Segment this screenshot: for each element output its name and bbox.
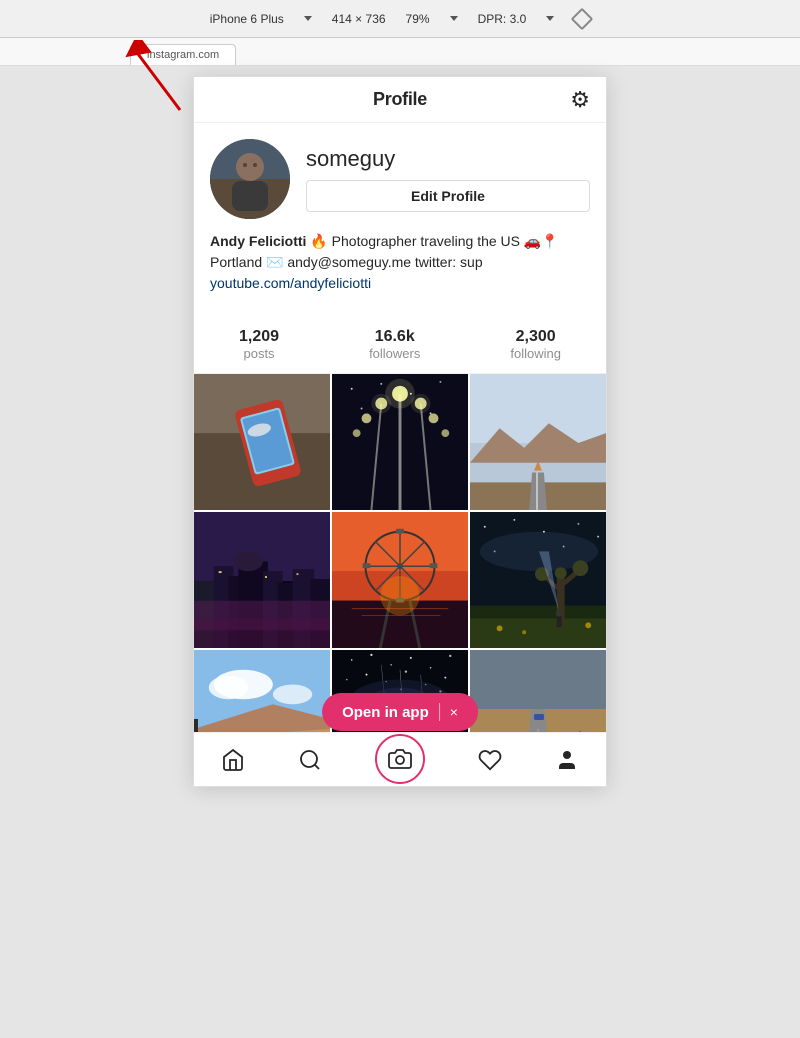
phone-wrapper: Profile ⚙ <box>0 66 800 787</box>
bio-link[interactable]: youtube.com/andyfeliciotti <box>210 273 590 294</box>
nav-search[interactable] <box>298 748 322 772</box>
rotate-icon[interactable] <box>571 7 594 30</box>
page-title: Profile <box>373 89 427 110</box>
zoom-dropdown-icon[interactable] <box>450 16 458 21</box>
browser-tab[interactable]: instagram.com <box>130 44 236 65</box>
posts-label: posts <box>243 346 274 361</box>
open-in-app-divider <box>439 703 440 721</box>
photo-2[interactable] <box>332 374 468 510</box>
following-count: 2,300 <box>516 328 556 346</box>
zoom-label: 79% <box>406 12 430 26</box>
device-label: iPhone 6 Plus <box>210 12 284 26</box>
posts-count: 1,209 <box>239 328 279 346</box>
phone-frame: Profile ⚙ <box>193 76 607 787</box>
profile-top: someguy Edit Profile <box>210 139 590 219</box>
tab-bar: instagram.com <box>0 38 800 66</box>
photo-4[interactable] <box>194 512 330 648</box>
settings-icon[interactable]: ⚙ <box>570 87 590 113</box>
following-label: following <box>510 346 561 361</box>
device-dropdown-icon[interactable] <box>304 16 312 21</box>
photo-3[interactable] <box>470 374 606 510</box>
followers-label: followers <box>369 346 420 361</box>
followers-stat[interactable]: 16.6k followers <box>369 328 420 361</box>
followers-count: 16.6k <box>375 328 415 346</box>
stats-row: 1,209 posts 16.6k followers 2,300 follow… <box>194 316 606 374</box>
resolution-label: 414 × 736 <box>332 12 386 26</box>
nav-camera[interactable] <box>375 734 425 784</box>
nav-profile[interactable] <box>555 748 579 772</box>
dpr-dropdown-icon[interactable] <box>546 16 554 21</box>
posts-stat[interactable]: 1,209 posts <box>239 328 279 361</box>
following-stat[interactable]: 2,300 following <box>510 328 561 361</box>
ig-header: Profile ⚙ <box>194 77 606 123</box>
bio-line2: Portland ✉️ andy@someguy.me twitter: sup <box>210 252 590 273</box>
open-in-app-banner[interactable]: Open in app × <box>322 693 478 731</box>
photo-1[interactable] <box>194 374 330 510</box>
username: someguy <box>306 146 590 172</box>
photo-6[interactable] <box>470 512 606 648</box>
nav-activity[interactable] <box>478 748 502 772</box>
avatar <box>210 139 290 219</box>
bottom-nav <box>194 732 606 786</box>
photo-5[interactable] <box>332 512 468 648</box>
edit-profile-button[interactable]: Edit Profile <box>306 180 590 212</box>
dpr-label: DPR: 3.0 <box>478 12 527 26</box>
nav-home[interactable] <box>221 748 245 772</box>
bio-line1: Andy Feliciotti 🔥 Photographer traveling… <box>210 231 590 252</box>
profile-right: someguy Edit Profile <box>306 146 590 212</box>
bio: Andy Feliciotti 🔥 Photographer traveling… <box>210 231 590 294</box>
browser-bar: iPhone 6 Plus 414 × 736 79% DPR: 3.0 <box>0 0 800 38</box>
open-in-app-close[interactable]: × <box>450 704 458 720</box>
profile-section: someguy Edit Profile Andy Feliciotti 🔥 P… <box>194 123 606 316</box>
open-in-app-label: Open in app <box>342 704 429 721</box>
